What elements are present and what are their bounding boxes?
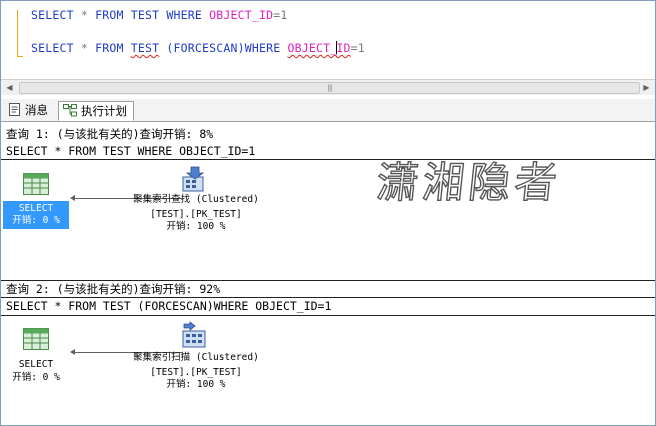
scroll-right-arrow-icon[interactable]: ▶ — [639, 80, 654, 95]
editor-horizontal-scrollbar[interactable]: ◀ ||| ▶ — [1, 79, 655, 95]
tab-messages[interactable]: 消息 — [4, 101, 54, 120]
select-node-selected[interactable]: SELECT 开销: 0 % — [3, 201, 69, 229]
messages-icon — [8, 103, 21, 122]
clustered-index-seek-icon[interactable] — [181, 165, 209, 193]
clustered-index-scan-icon[interactable] — [181, 321, 209, 349]
scroll-left-arrow-icon[interactable]: ◀ — [2, 80, 17, 95]
grip-icon: ||| — [327, 84, 332, 92]
query-1-header: 查询 1: (与该批有关的)查询开销: 8% — [6, 127, 214, 141]
select-node-cost: 开销: 0 % — [12, 372, 60, 383]
query-editor[interactable]: SELECT * FROM TEST WHERE OBJECT_ID=1 SEL… — [1, 1, 655, 79]
column-part-b: ID — [336, 41, 351, 55]
editor-line-1[interactable]: SELECT * FROM TEST WHERE OBJECT_ID=1 — [31, 8, 288, 22]
divider — [1, 315, 655, 316]
arrow-head-icon — [70, 195, 75, 201]
query-1-sql: SELECT * FROM TEST WHERE OBJECT_ID=1 — [6, 144, 256, 158]
select-node-icon[interactable] — [23, 173, 49, 195]
execution-plan-icon — [63, 104, 77, 123]
scrollbar-thumb[interactable]: ||| — [19, 82, 640, 94]
query-2-header: 查询 2: (与该批有关的)查询开销: 92% — [6, 282, 221, 296]
column-part-a: OBJECT_ — [287, 41, 338, 55]
tab-execution-plan[interactable]: 执行计划 — [58, 101, 134, 121]
results-tab-strip: 消息 执行计划 — [1, 99, 655, 122]
query-2-sql: SELECT * FROM TEST (FORCESCAN)WHERE OBJE… — [6, 299, 332, 313]
ssms-query-window: SELECT * FROM TEST WHERE OBJECT_ID=1 SEL… — [0, 0, 656, 426]
batch-marker — [17, 10, 18, 56]
arrow-head-icon — [70, 349, 75, 355]
select-node-title: SELECT — [18, 359, 54, 370]
select-node-icon[interactable] — [23, 328, 49, 350]
divider — [1, 297, 655, 298]
watermark-text: 潇湘隐者 — [373, 157, 564, 207]
editor-line-2[interactable]: SELECT * FROM TEST (FORCESCAN)WHERE OBJE… — [31, 41, 365, 55]
